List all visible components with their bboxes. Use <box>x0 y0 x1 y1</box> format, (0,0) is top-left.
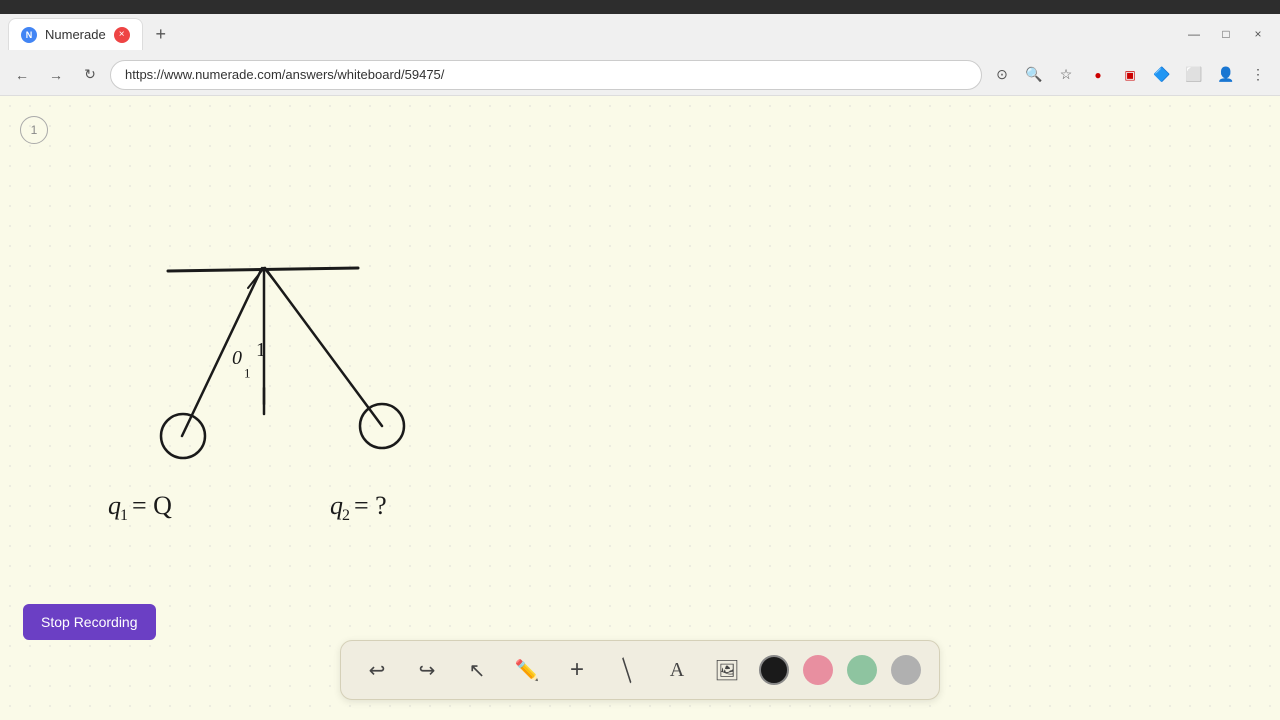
extension-icon1[interactable]: ● <box>1084 61 1112 89</box>
back-button[interactable]: ← <box>8 61 36 89</box>
cast-icon[interactable]: ⊙ <box>988 61 1016 89</box>
stop-recording-button[interactable]: Stop Recording <box>23 604 156 640</box>
toolbar: ↩ ↪ ↖ ✏️ + ╱ A 🖼 <box>340 640 940 700</box>
tab-close-button[interactable]: × <box>114 27 130 43</box>
bookmark-icon[interactable]: ☆ <box>1052 61 1080 89</box>
window-controls: — □ × <box>1180 20 1272 48</box>
svg-text:2: 2 <box>342 507 350 524</box>
extension-icon4[interactable]: ⬜ <box>1180 61 1208 89</box>
svg-text:1: 1 <box>244 366 251 381</box>
svg-text:= ?: = ? <box>354 491 387 520</box>
whiteboard: 1 0 1 1 q 1 = Q q 2 = ? Stop R <box>0 96 1280 720</box>
forward-button[interactable]: → <box>42 61 70 89</box>
svg-text:1: 1 <box>256 339 266 361</box>
browser-chrome <box>0 0 1280 14</box>
color-green[interactable] <box>847 655 877 685</box>
extension-icon3[interactable]: 🔷 <box>1148 61 1176 89</box>
color-pink[interactable] <box>803 655 833 685</box>
close-button[interactable]: × <box>1244 20 1272 48</box>
svg-text:1: 1 <box>120 507 128 524</box>
profile-icon[interactable]: 👤 <box>1212 61 1240 89</box>
search-icon[interactable]: 🔍 <box>1020 61 1048 89</box>
refresh-button[interactable]: ↻ <box>76 61 104 89</box>
address-bar[interactable]: https://www.numerade.com/answers/whitebo… <box>110 60 982 90</box>
page-number: 1 <box>20 116 48 144</box>
address-text: https://www.numerade.com/answers/whitebo… <box>125 67 444 82</box>
pen-tool-button[interactable]: ✏️ <box>509 652 545 688</box>
active-tab[interactable]: N Numerade × <box>8 18 143 50</box>
svg-text:= Q: = Q <box>132 491 172 520</box>
undo-button[interactable]: ↩ <box>359 652 395 688</box>
maximize-button[interactable]: □ <box>1212 20 1240 48</box>
eraser-button[interactable]: ╱ <box>609 652 645 688</box>
add-button[interactable]: + <box>559 652 595 688</box>
svg-text:0: 0 <box>232 347 242 369</box>
new-tab-button[interactable]: + <box>147 20 175 48</box>
image-button[interactable]: 🖼 <box>709 652 745 688</box>
text-tool-button[interactable]: A <box>659 652 695 688</box>
browser-titlebar: N Numerade × + — □ × <box>0 14 1280 54</box>
color-black[interactable] <box>759 655 789 685</box>
tab-title: Numerade <box>45 27 106 42</box>
address-bar-row: ← → ↻ https://www.numerade.com/answers/w… <box>0 54 1280 96</box>
tab-bar: N Numerade × + <box>8 14 175 54</box>
select-tool-button[interactable]: ↖ <box>459 652 495 688</box>
browser-icons: ⊙ 🔍 ☆ ● ▣ 🔷 ⬜ 👤 ⋮ <box>988 61 1272 89</box>
extension-icon2[interactable]: ▣ <box>1116 61 1144 89</box>
minimize-button[interactable]: — <box>1180 20 1208 48</box>
redo-button[interactable]: ↪ <box>409 652 445 688</box>
menu-icon[interactable]: ⋮ <box>1244 61 1272 89</box>
color-gray[interactable] <box>891 655 921 685</box>
drawing-canvas: 0 1 1 q 1 = Q q 2 = ? <box>0 96 1280 720</box>
tab-favicon: N <box>21 27 37 43</box>
